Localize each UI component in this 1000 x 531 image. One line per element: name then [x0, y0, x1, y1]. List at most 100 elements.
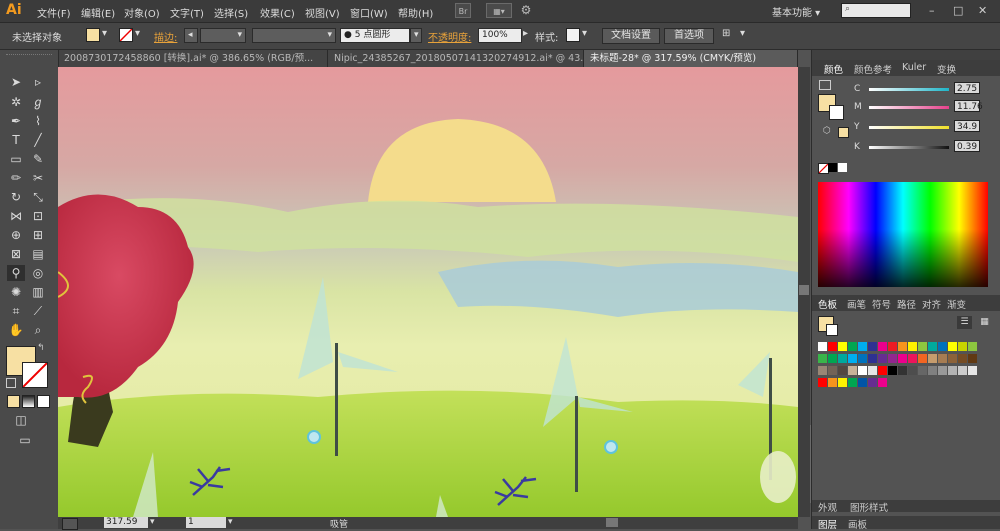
swatch[interactable] — [828, 342, 837, 351]
artboard-canvas[interactable] — [58, 67, 798, 517]
gradient-mode-icon[interactable] — [22, 395, 35, 408]
opacity-dropdown-arrow[interactable]: ▸ — [523, 28, 528, 39]
close-button[interactable]: ✕ — [978, 4, 987, 17]
artboard-dropdown-arrow[interactable]: ▾ — [228, 517, 233, 527]
swatch[interactable] — [878, 366, 887, 375]
tab-document-2[interactable]: Nipic_24385267_20180507141320274912.ai* … — [328, 50, 584, 67]
slice-tool-icon[interactable]: ⟋ — [29, 303, 47, 319]
brush-definition[interactable]: ● 5 点圆形 — [340, 28, 410, 43]
column-graph-tool-icon[interactable]: ▥ — [29, 284, 47, 300]
horizontal-scroll-thumb[interactable] — [606, 518, 618, 527]
swatch[interactable] — [928, 354, 937, 363]
stroke-weight-stepper[interactable]: ◂ — [184, 28, 198, 43]
stroke-dropdown-arrow[interactable]: ▾ — [135, 28, 140, 39]
swatch[interactable] — [838, 378, 847, 387]
swatch[interactable] — [818, 342, 827, 351]
tab-align[interactable]: 对齐 — [922, 297, 941, 311]
rotate-tool-icon[interactable]: ↻ — [7, 189, 25, 205]
swatch[interactable] — [908, 342, 917, 351]
pencil-tool-icon[interactable]: ✏ — [7, 170, 25, 186]
swatch[interactable] — [878, 342, 887, 351]
swatch[interactable] — [858, 366, 867, 375]
none-mode-icon[interactable] — [37, 395, 50, 408]
swatch[interactable] — [858, 354, 867, 363]
artboard-number-field[interactable]: 1 — [186, 517, 226, 528]
artboard-nav-icon[interactable] — [62, 518, 78, 530]
gamut-swatch[interactable] — [838, 127, 849, 138]
minimize-button[interactable]: – — [929, 4, 935, 17]
eyedropper-tool-icon[interactable]: ⚲ — [7, 265, 25, 281]
swatch[interactable] — [938, 354, 947, 363]
swatch[interactable] — [918, 342, 927, 351]
control-panel-menu-icon[interactable]: ▾ — [740, 28, 745, 39]
stroke-label[interactable]: 描边: — [154, 29, 177, 44]
arrange-icon[interactable]: ⊞ — [722, 28, 730, 39]
swatch[interactable] — [838, 342, 847, 351]
vertical-scrollbar[interactable] — [798, 67, 810, 517]
fill-dropdown-arrow[interactable]: ▾ — [102, 28, 107, 39]
zoom-tool-icon[interactable]: ⌕ — [29, 322, 47, 338]
swatch[interactable] — [868, 354, 877, 363]
color-mode-toggle-icon[interactable] — [819, 80, 831, 90]
color-panel-stroke-box[interactable] — [829, 105, 844, 120]
menu-file[interactable]: 文件(F) — [37, 5, 71, 20]
swatch[interactable] — [908, 366, 917, 375]
swatch[interactable] — [968, 342, 977, 351]
swatch[interactable] — [828, 378, 837, 387]
gradient-tool-icon[interactable]: ▤ — [29, 246, 47, 262]
swatch[interactable] — [908, 354, 917, 363]
tab-gradient[interactable]: 渐变 — [947, 297, 966, 311]
swatch[interactable] — [818, 354, 827, 363]
free-transform-tool-icon[interactable]: ⊡ — [29, 208, 47, 224]
bridge-icon[interactable]: Br — [455, 3, 471, 18]
swatch[interactable] — [948, 354, 957, 363]
swatch[interactable] — [948, 342, 957, 351]
tab-appearance[interactable]: 外观 — [818, 500, 837, 514]
pen-tool-icon[interactable]: ✒ — [7, 113, 25, 129]
tab-transform[interactable]: 变换 — [937, 62, 956, 76]
width-tool-icon[interactable]: ⋈ — [7, 208, 25, 224]
arrange-documents-icon[interactable]: ▦▾ — [486, 3, 512, 18]
swatch[interactable] — [928, 366, 937, 375]
swatch[interactable] — [878, 378, 887, 387]
direct-selection-tool-icon[interactable]: ▹ — [29, 74, 47, 90]
workspace-switcher[interactable]: 基本功能 ▾ — [772, 4, 820, 19]
menu-view[interactable]: 视图(V) — [305, 5, 340, 20]
menu-object[interactable]: 对象(O) — [124, 5, 160, 20]
swatch[interactable] — [898, 366, 907, 375]
line-tool-icon[interactable]: ╱ — [29, 132, 47, 148]
swatch[interactable] — [868, 342, 877, 351]
swatch[interactable] — [858, 342, 867, 351]
tab-brushes[interactable]: 画笔 — [847, 297, 866, 311]
list-view-icon[interactable]: ☰ — [957, 316, 972, 329]
swatch[interactable] — [868, 378, 877, 387]
swatch[interactable] — [848, 354, 857, 363]
zoom-dropdown-arrow[interactable]: ▾ — [150, 517, 155, 527]
artboard-tool-icon[interactable]: ⌗ — [7, 303, 25, 319]
swatch[interactable] — [968, 366, 977, 375]
thumbnail-view-icon[interactable]: ▦ — [977, 316, 992, 329]
swatch[interactable] — [848, 342, 857, 351]
tab-document-3[interactable]: 未标题-28* @ 317.59% (CMYK/预览) — [584, 50, 798, 67]
swatch[interactable] — [938, 366, 947, 375]
symbol-sprayer-tool-icon[interactable]: ✺ — [7, 284, 25, 300]
stroke-weight-field[interactable]: ▾ — [200, 28, 246, 43]
swatch[interactable] — [938, 342, 947, 351]
color-spectrum[interactable] — [818, 182, 988, 287]
swatch[interactable] — [928, 342, 937, 351]
tab-color[interactable]: 颜色 — [824, 62, 843, 76]
swatch[interactable] — [818, 378, 827, 387]
menu-help[interactable]: 帮助(H) — [398, 5, 433, 20]
scissors-tool-icon[interactable]: ✂ — [29, 170, 47, 186]
lasso-tool-icon[interactable]: ℊ — [29, 94, 47, 110]
tab-pathfinder[interactable]: 路径 — [897, 297, 916, 311]
screen-mode-icon[interactable]: ▭ — [16, 432, 34, 448]
gpu-icon[interactable]: ⚙ — [518, 3, 534, 18]
out-of-gamut-icon[interactable]: ⬡ — [823, 126, 831, 136]
black-slider[interactable] — [869, 146, 949, 149]
tab-kuler[interactable]: Kuler — [902, 62, 926, 73]
tab-graphic-styles[interactable]: 图形样式 — [850, 500, 888, 514]
document-setup-button[interactable]: 文档设置 — [602, 28, 660, 44]
swatch[interactable] — [898, 342, 907, 351]
black-value[interactable]: 0.39 — [954, 140, 980, 152]
